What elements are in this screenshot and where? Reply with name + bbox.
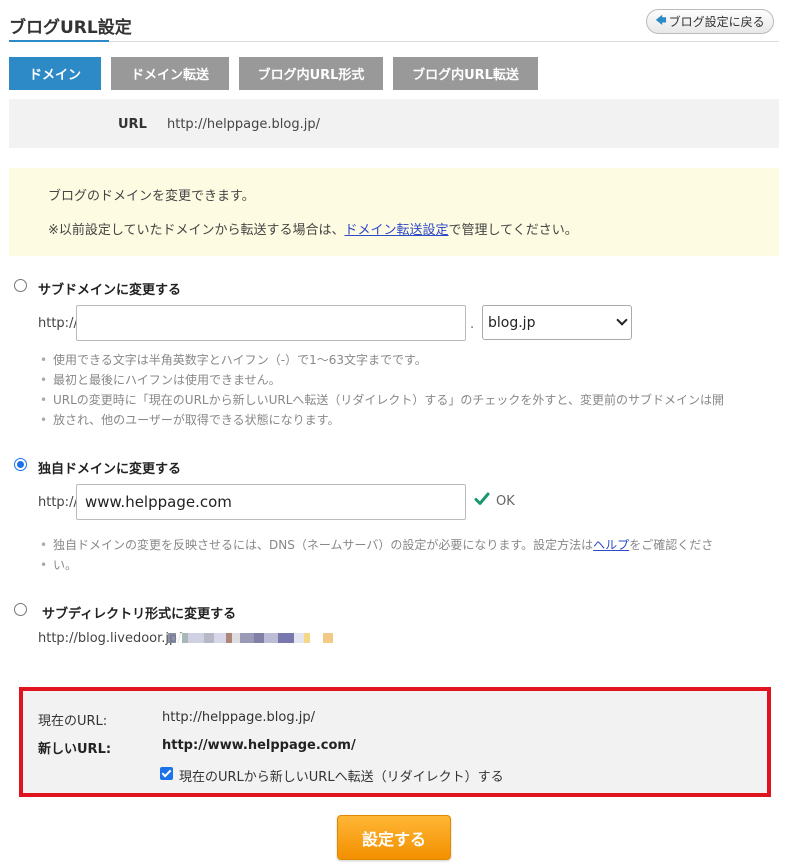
back-button-label: ブログ設定に戻る [668, 15, 765, 29]
subdirectory-option-label[interactable]: サブディレクトリ形式に変更する [42, 603, 236, 622]
redirect-checkbox-label[interactable]: 現在のURLから新しいURLへ転送（リダイレクト）する [179, 766, 504, 785]
hint-item-continued: 放され、他のユーザーが取得できる状態になります。 [38, 410, 724, 430]
hint-item: 独自ドメインの変更を反映させるには、DNS（ネームサーバ）の設定が必要になります… [38, 535, 778, 555]
notice-text: ブログのドメインを変更できます。 [48, 189, 255, 204]
domain-separator-dot: . [470, 317, 475, 332]
page-title: ブログURL設定 [9, 18, 132, 38]
domain-select-value: blog.jp [488, 314, 536, 331]
domain-transfer-settings-link[interactable]: ドメイン転送設定 [345, 223, 449, 238]
notice-box [9, 168, 779, 256]
hint-item: 最初と最後にハイフンは使用できません。 [38, 370, 724, 390]
title-accent-bar [9, 40, 109, 42]
notice-transfer-text: ※以前設定していたドメインから転送する場合は、ドメイン転送設定で管理してください… [48, 219, 578, 238]
custom-domain-input[interactable] [76, 484, 466, 520]
validation-ok-text: OK [496, 494, 515, 509]
subdomain-radio[interactable] [14, 279, 27, 292]
custom-domain-hints: 独自ドメインの変更を反映させるには、DNS（ネームサーバ）の設定が必要になります… [38, 535, 778, 575]
redirect-checkbox[interactable] [160, 767, 173, 780]
tab-domain[interactable]: ドメイン [9, 57, 101, 90]
hint-text-after: をご確認くださ [629, 538, 714, 552]
tab-domain-transfer[interactable]: ドメイン転送 [111, 57, 229, 90]
custom-domain-radio[interactable] [14, 458, 27, 471]
subdomain-input[interactable] [76, 305, 466, 341]
checkmark-icon [474, 492, 490, 505]
back-arrow-icon: 🡄 [655, 14, 667, 27]
submit-button[interactable]: 設定する [337, 815, 451, 860]
hint-text-before: 独自ドメインの変更を反映させるには、DNS（ネームサーバ）の設定が必要になります… [53, 538, 594, 552]
current-url-label: 現在のURL: [38, 714, 108, 729]
subdomain-hints: 使用できる文字は半角英数字とハイフン（-）で1〜63文字までです。 最初と最後に… [38, 350, 724, 430]
tab-url-transfer[interactable]: ブログ内URL転送 [393, 57, 538, 90]
custom-domain-option-label[interactable]: 独自ドメインに変更する [38, 458, 181, 477]
domain-select[interactable]: blog.jp [482, 305, 632, 340]
subdomain-prefix: http:// [38, 316, 78, 331]
hint-item-continued: い。 [38, 555, 778, 575]
help-link[interactable]: ヘルプ [593, 538, 629, 552]
new-url-label: 新しいURL: [38, 742, 112, 757]
hint-item: 使用できる文字は半角英数字とハイフン（-）で1〜63文字までです。 [38, 350, 724, 370]
new-url-value: http://www.helppage.com/ [162, 738, 356, 753]
url-label: URL [118, 117, 147, 132]
title-divider [9, 41, 779, 42]
back-to-blog-settings-button[interactable]: 🡄 ブログ設定に戻る [646, 9, 774, 34]
notice-text-before: ※以前設定していたドメインから転送する場合は、 [48, 223, 345, 238]
hint-item: URLの変更時に「現在のURLから新しいURLへ転送（リダイレクト）する」のチェ… [38, 390, 724, 410]
chevron-down-icon [616, 314, 628, 326]
subdirectory-radio[interactable] [14, 603, 27, 616]
subdirectory-url: http://blog.livedoor.jp/ [38, 631, 182, 646]
redacted-blog-id [168, 633, 333, 643]
current-url-value: http://helppage.blog.jp/ [162, 710, 315, 725]
notice-text-after: で管理してください。 [448, 223, 578, 238]
tab-url-format[interactable]: ブログ内URL形式 [239, 57, 383, 90]
url-value: http://helppage.blog.jp/ [167, 117, 320, 132]
custom-domain-prefix: http:// [38, 495, 78, 510]
subdomain-option-label[interactable]: サブドメインに変更する [38, 279, 181, 298]
